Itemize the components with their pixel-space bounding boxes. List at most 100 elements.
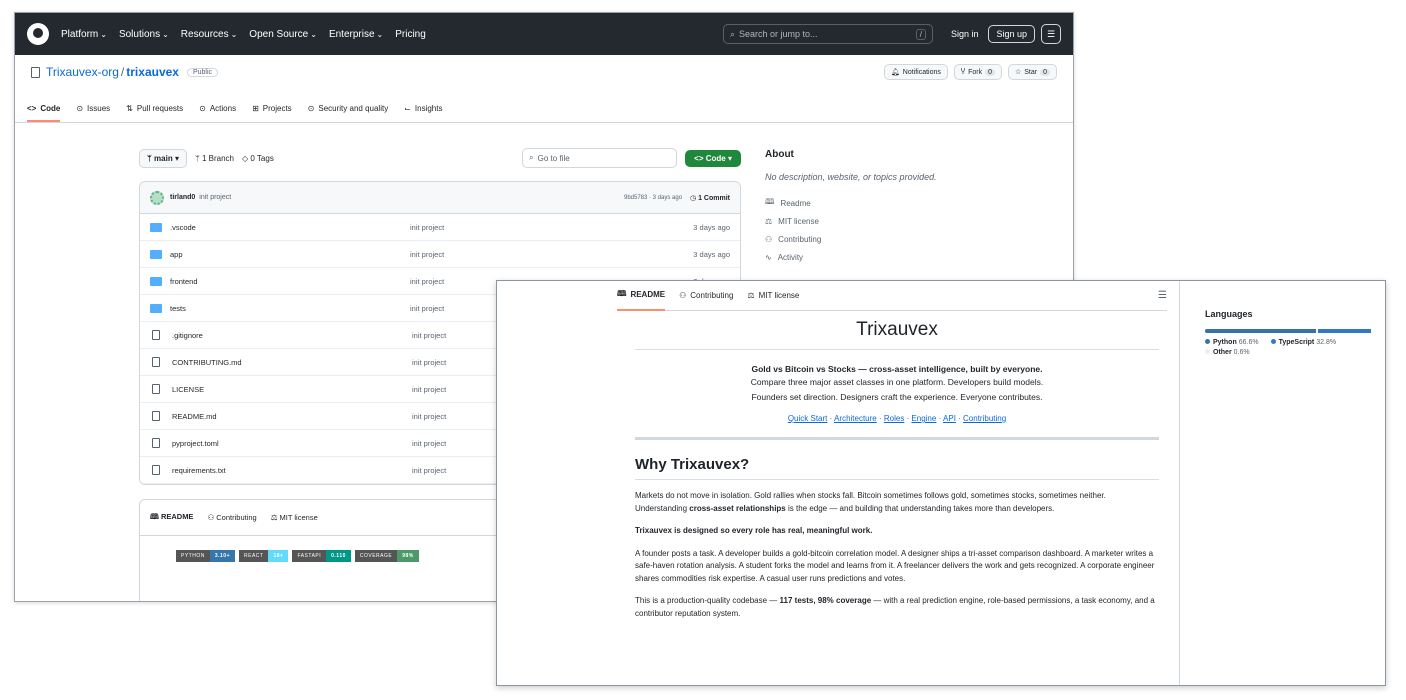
shield-label: COVERAGE — [354, 550, 398, 562]
file-name[interactable]: pyproject.toml — [172, 439, 412, 448]
readme-link[interactable]: API — [943, 414, 956, 423]
tab-projects[interactable]: ⊞ Projects — [252, 104, 292, 122]
commit-count-link[interactable]: ◷ 1 Commit — [690, 194, 730, 202]
tab-insights[interactable]: ⌙ Insights — [404, 104, 442, 122]
file-row[interactable]: .vscode init project 3 days ago — [140, 214, 740, 241]
shield-value: 0.110 — [326, 550, 351, 562]
about-activity-link[interactable]: ∿ Activity — [765, 248, 1015, 266]
sign-in-link[interactable]: Sign in — [951, 29, 979, 39]
file-commit-message[interactable]: init project — [410, 223, 630, 232]
readme-link[interactable]: Quick Start — [788, 414, 828, 423]
language-percent: 0.6% — [1233, 349, 1250, 356]
readme-link[interactable]: Architecture — [834, 414, 877, 423]
file-name[interactable]: requirements.txt — [172, 466, 412, 475]
shield-badge: FASTAPI 0.110 — [292, 550, 351, 562]
global-search-input[interactable]: ⌕ Search or jump to... / — [722, 24, 933, 44]
star-label: Star — [1024, 68, 1038, 76]
file-name[interactable]: app — [170, 250, 410, 259]
github-logo-icon[interactable] — [27, 23, 49, 45]
tab-actions[interactable]: ⊙ Actions — [199, 104, 236, 122]
go-to-file-input[interactable]: ⌕ Go to file — [522, 148, 678, 168]
search-shortcut-key: / — [915, 28, 926, 40]
menu-icon[interactable]: ☰ — [1041, 24, 1061, 44]
about-item-label: Contributing — [778, 234, 822, 244]
tab-label: README — [160, 512, 194, 521]
readme-tab-contributing[interactable]: ⚇ Contributing — [679, 291, 733, 300]
readme-tab-license[interactable]: ⚖ MIT license — [747, 291, 799, 300]
commit-message[interactable]: init project — [199, 194, 231, 201]
notifications-button[interactable]: 🔔︎ Notifications — [883, 64, 948, 80]
commit-meta[interactable]: 9bd5783 · 3 days ago — [624, 195, 682, 201]
commit-count: 1 Commit — [698, 194, 730, 202]
readme-tab-license[interactable]: ⚖ MIT license — [271, 513, 318, 522]
divider — [635, 437, 1159, 440]
repo-owner-link[interactable]: Trixauvex-org — [46, 65, 119, 79]
about-sidebar: About No description, website, or topics… — [765, 145, 1015, 266]
tags-label: 0 Tags — [250, 153, 274, 163]
file-name[interactable]: frontend — [170, 277, 410, 286]
paragraph-text: This is a production-quality codebase — — [635, 596, 780, 605]
nav-pricing[interactable]: Pricing — [395, 29, 426, 40]
sign-up-button[interactable]: Sign up — [988, 25, 1035, 43]
readme-tab-contributing[interactable]: ⚇ Contributing — [207, 513, 256, 522]
nav-platform[interactable]: Platform ⌄ — [61, 29, 107, 40]
tab-label: Pull requests — [136, 104, 184, 113]
issue-icon: ⊙ — [76, 104, 84, 113]
file-row[interactable]: app init project 3 days ago — [140, 241, 740, 268]
tab-code[interactable]: <> Code — [27, 104, 61, 122]
pulse-icon: ∿ — [765, 252, 772, 262]
nav-resources[interactable]: Resources ⌄ — [181, 29, 238, 40]
readme-tab-readme[interactable]: 🕮︎ README — [150, 511, 193, 524]
file-name[interactable]: .vscode — [170, 223, 410, 232]
file-name[interactable]: tests — [170, 304, 410, 313]
branch-select[interactable]: ᛘ main ▾ — [139, 148, 187, 168]
language-dot-icon — [1205, 339, 1210, 344]
tab-label: Contributing — [690, 291, 734, 300]
outline-icon[interactable]: ☰ — [1158, 290, 1167, 301]
language-item[interactable]: Other 0.6% — [1205, 349, 1250, 356]
law-icon: ⚖ — [270, 513, 280, 522]
readme-link[interactable]: Contributing — [963, 414, 1006, 423]
about-readme-link[interactable]: 🕮︎ Readme — [765, 194, 1015, 212]
tab-label: MIT license — [758, 291, 800, 300]
branch-icon: ᛘ — [147, 153, 155, 163]
language-item[interactable]: TypeScript 32.8% — [1270, 339, 1336, 346]
nav-enterprise[interactable]: Enterprise ⌄ — [329, 29, 383, 40]
shield-label: REACT — [239, 550, 269, 562]
nav-solutions[interactable]: Solutions ⌄ — [119, 29, 169, 40]
avatar[interactable] — [150, 190, 164, 205]
readme-link[interactable]: Engine — [911, 414, 936, 423]
file-commit-message[interactable]: init project — [410, 250, 630, 259]
paragraph: Markets do not move in isolation. Gold r… — [635, 490, 1159, 515]
about-contributing-link[interactable]: ⚇ Contributing — [765, 230, 1015, 248]
star-button[interactable]: ☆ Star 0 — [1007, 64, 1057, 80]
file-name[interactable]: LICENSE — [172, 385, 412, 394]
tags-link[interactable]: ◇ 0 Tags — [242, 154, 274, 163]
nav-label: Platform — [61, 28, 99, 40]
file-name[interactable]: .gitignore — [172, 331, 412, 340]
readme-tagline: Gold vs Bitcoin vs Stocks — cross-asset … — [751, 364, 1043, 374]
star-icon: ☆ — [1014, 69, 1022, 76]
code-icon: <> — [694, 153, 706, 163]
tab-pull-requests[interactable]: ⇅ Pull requests — [126, 104, 183, 122]
file-name[interactable]: CONTRIBUTING.md — [172, 358, 412, 367]
branches-link[interactable]: ᛘ 1 Branch — [195, 154, 234, 163]
code-button[interactable]: <> Code ▾ — [685, 149, 741, 167]
readme-link[interactable]: Roles — [884, 414, 904, 423]
repo-name-link[interactable]: trixauvex — [126, 65, 179, 79]
nav-open-source[interactable]: Open Source ⌄ — [249, 29, 317, 40]
paragraph-emphasis: 117 tests, 98% coverage — [779, 596, 872, 605]
book-icon: 🕮︎ — [150, 512, 161, 521]
file-name[interactable]: README.md — [172, 412, 412, 421]
commit-author[interactable]: tirland0 — [170, 194, 195, 201]
readme-quick-links: Quick Start · Architecture · Roles · Eng… — [635, 414, 1159, 423]
about-description: No description, website, or topics provi… — [765, 172, 937, 182]
branch-name: main — [154, 153, 173, 163]
language-item[interactable]: Python 66.6% — [1205, 339, 1259, 346]
tab-security[interactable]: ⊙ Security and quality — [308, 104, 389, 122]
fork-button[interactable]: Ⴤ Fork 0 — [953, 64, 1002, 80]
about-license-link[interactable]: ⚖ MIT license — [765, 212, 1015, 230]
tab-issues[interactable]: ⊙ Issues — [76, 104, 110, 122]
fork-icon: Ⴤ — [960, 69, 966, 76]
readme-tab-readme[interactable]: 🕮︎ README — [617, 281, 666, 311]
